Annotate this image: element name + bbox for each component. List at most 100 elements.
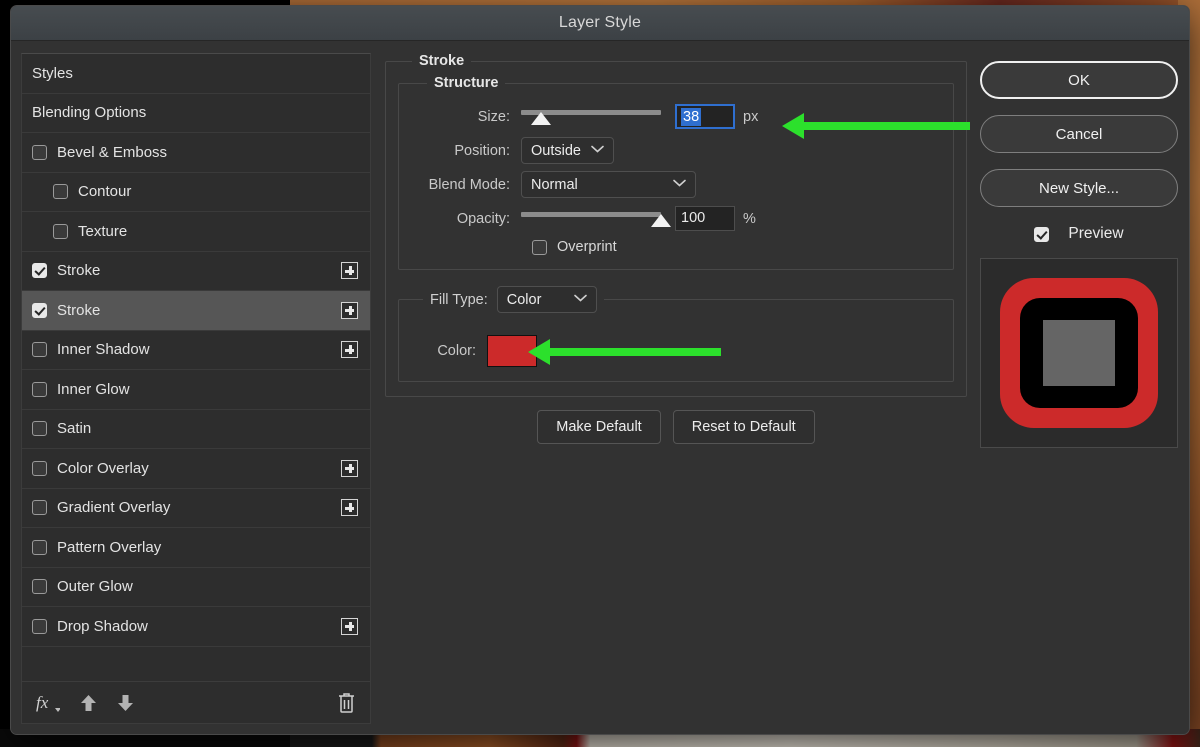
new-style-button[interactable]: New Style... [980, 169, 1178, 207]
effect-label: Bevel & Emboss [57, 144, 358, 161]
effect-checkbox[interactable] [32, 579, 47, 594]
effect-row-inner-glow[interactable]: Inner Glow [22, 370, 370, 410]
trash-icon[interactable] [337, 692, 356, 713]
size-slider[interactable] [521, 107, 661, 127]
dialog-titlebar[interactable]: Layer Style [11, 6, 1189, 41]
size-input[interactable]: 38 [675, 104, 735, 129]
effect-row-color-overlay[interactable]: Color Overlay [22, 449, 370, 489]
effect-row-stroke[interactable]: Stroke [22, 252, 370, 292]
effect-row-pattern-overlay[interactable]: Pattern Overlay [22, 528, 370, 568]
effect-checkbox[interactable] [32, 303, 47, 318]
add-effect-icon[interactable] [341, 499, 358, 516]
color-swatch[interactable] [487, 335, 537, 367]
fill-type-value: Color [507, 292, 542, 308]
effect-checkbox[interactable] [32, 145, 47, 160]
preview-shape [1020, 298, 1138, 408]
action-sidebar: OK Cancel New Style... Preview [979, 53, 1179, 724]
effect-checkbox[interactable] [32, 342, 47, 357]
effects-list: Styles Blending Options Bevel & Emboss Cont… [21, 53, 371, 682]
overprint-row: Overprint [413, 239, 939, 255]
effect-row-contour[interactable]: Contour [22, 173, 370, 213]
reset-to-default-button[interactable]: Reset to Default [673, 410, 815, 444]
fill-type-select[interactable]: Color [497, 286, 597, 313]
effect-label: Stroke [57, 262, 341, 279]
effect-checkbox[interactable] [53, 224, 68, 239]
size-label: Size: [413, 109, 521, 125]
move-up-icon[interactable] [80, 694, 97, 712]
effect-row-stroke-2[interactable]: Stroke [22, 291, 370, 331]
effect-checkbox[interactable] [32, 421, 47, 436]
effect-label: Texture [78, 223, 358, 240]
preview-checkbox[interactable] [1034, 227, 1049, 242]
size-row: Size: 38 px [413, 101, 939, 132]
opacity-label: Opacity: [413, 211, 521, 227]
effect-checkbox[interactable] [53, 184, 68, 199]
effect-label: Inner Shadow [57, 341, 341, 358]
effect-row-inner-shadow[interactable]: Inner Shadow [22, 331, 370, 371]
effect-label: Outer Glow [57, 578, 358, 595]
effect-label: Pattern Overlay [57, 539, 358, 556]
add-effect-icon[interactable] [341, 341, 358, 358]
effect-row-blending-options[interactable]: Blending Options [22, 94, 370, 134]
color-label: Color: [413, 343, 487, 359]
blend-mode-label: Blend Mode: [413, 177, 521, 193]
cancel-button[interactable]: Cancel [980, 115, 1178, 153]
effect-checkbox[interactable] [32, 461, 47, 476]
opacity-slider-thumb[interactable] [651, 214, 671, 227]
position-label: Position: [413, 143, 521, 159]
effect-checkbox[interactable] [32, 263, 47, 278]
opacity-slider[interactable] [521, 209, 661, 229]
move-down-icon[interactable] [117, 694, 134, 712]
overprint-checkbox[interactable] [532, 240, 547, 255]
effect-label: Gradient Overlay [57, 499, 341, 516]
effect-row-bevel-emboss[interactable]: Bevel & Emboss [22, 133, 370, 173]
opacity-unit: % [743, 211, 756, 227]
preview-thumbnail [980, 258, 1178, 448]
size-slider-thumb[interactable] [531, 112, 551, 125]
dialog-body: Styles Blending Options Bevel & Emboss Cont… [11, 41, 1189, 734]
chevron-down-icon [591, 145, 604, 156]
effect-label: Contour [78, 183, 358, 200]
fill-type-legend: Fill Type: Color [423, 286, 604, 313]
preview-label: Preview [1068, 225, 1123, 243]
effect-label: Styles [32, 65, 358, 82]
opacity-row: Opacity: 100 % [413, 203, 939, 234]
add-effect-icon[interactable] [341, 302, 358, 319]
effect-row-styles[interactable]: Styles [22, 54, 370, 94]
effect-checkbox[interactable] [32, 540, 47, 555]
overprint-label: Overprint [557, 239, 617, 255]
add-effect-icon[interactable] [341, 618, 358, 635]
size-input-value: 38 [681, 108, 701, 126]
svg-text:fx: fx [36, 693, 49, 712]
effect-label: Stroke [57, 302, 341, 319]
effect-row-satin[interactable]: Satin [22, 410, 370, 450]
effect-checkbox[interactable] [32, 382, 47, 397]
effect-row-texture[interactable]: Texture [22, 212, 370, 252]
dialog-title: Layer Style [559, 14, 641, 32]
position-select[interactable]: Outside [521, 137, 614, 164]
effects-sidebar: Styles Blending Options Bevel & Emboss Cont… [21, 53, 371, 724]
chevron-down-icon [673, 179, 686, 190]
fx-menu-icon[interactable]: fx [36, 693, 60, 713]
effect-row-outer-glow[interactable]: Outer Glow [22, 568, 370, 608]
preview-fill [1043, 320, 1115, 386]
effect-label: Color Overlay [57, 460, 341, 477]
stroke-group-title: Stroke [412, 53, 471, 69]
add-effect-icon[interactable] [341, 460, 358, 477]
make-default-button[interactable]: Make Default [537, 410, 660, 444]
position-value: Outside [531, 143, 581, 159]
structure-group: Structure Size: 38 px Position: [398, 75, 954, 270]
effect-checkbox[interactable] [32, 500, 47, 515]
effect-checkbox[interactable] [32, 619, 47, 634]
chevron-down-icon [574, 294, 587, 305]
stroke-group: Stroke Structure Size: 38 px [385, 53, 967, 397]
effect-row-gradient-overlay[interactable]: Gradient Overlay [22, 489, 370, 529]
add-effect-icon[interactable] [341, 262, 358, 279]
ok-button[interactable]: OK [980, 61, 1178, 99]
blend-mode-select[interactable]: Normal [521, 171, 696, 198]
opacity-input[interactable]: 100 [675, 206, 735, 231]
effect-label: Satin [57, 420, 358, 437]
fill-type-label: Fill Type: [430, 292, 488, 308]
preview-artwork [1000, 278, 1158, 428]
effect-row-drop-shadow[interactable]: Drop Shadow [22, 607, 370, 647]
